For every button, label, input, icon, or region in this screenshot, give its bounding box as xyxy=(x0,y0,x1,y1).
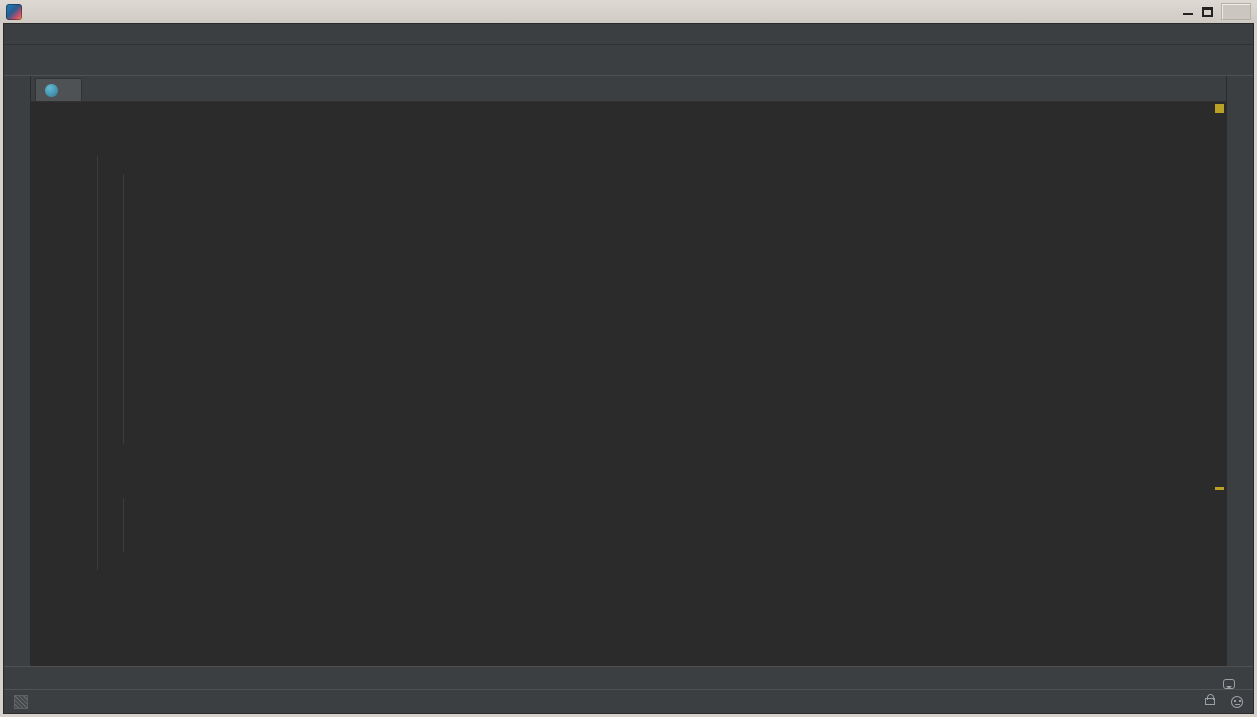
error-stripe-warning-marker[interactable] xyxy=(1215,104,1224,113)
indent-guide xyxy=(123,174,124,444)
status-bar xyxy=(4,689,1253,713)
editor-column xyxy=(31,76,1226,666)
editor-tab-bar xyxy=(31,76,1226,102)
main-toolbar xyxy=(4,45,1253,76)
window-body xyxy=(3,23,1254,714)
indent-guide xyxy=(123,498,124,552)
tool-window-switcher-icon[interactable] xyxy=(14,695,28,709)
tab-helloworld-java[interactable] xyxy=(35,78,82,101)
window-controls xyxy=(1183,3,1251,20)
left-tool-window-stripe xyxy=(4,76,31,666)
indent-guide xyxy=(97,156,98,570)
main-area xyxy=(4,76,1253,666)
right-tool-window-stripe xyxy=(1226,76,1253,666)
inspections-hector-icon[interactable] xyxy=(1231,696,1243,708)
lock-icon[interactable] xyxy=(1205,698,1215,705)
ide-window xyxy=(0,0,1257,717)
menu-bar xyxy=(4,24,1253,45)
title-bar xyxy=(0,0,1257,23)
intellij-logo-icon xyxy=(6,4,22,20)
java-class-icon xyxy=(45,84,58,97)
minimize-button[interactable] xyxy=(1183,6,1194,17)
maximize-button[interactable] xyxy=(1202,7,1213,17)
bottom-tool-window-bar xyxy=(4,666,1253,689)
editor[interactable] xyxy=(31,102,1226,666)
status-bar-widgets xyxy=(1157,696,1243,708)
error-stripe-marker[interactable] xyxy=(1215,487,1224,490)
close-button[interactable] xyxy=(1221,3,1251,20)
event-log-icon xyxy=(1223,679,1235,689)
event-log-button[interactable] xyxy=(1223,679,1241,689)
